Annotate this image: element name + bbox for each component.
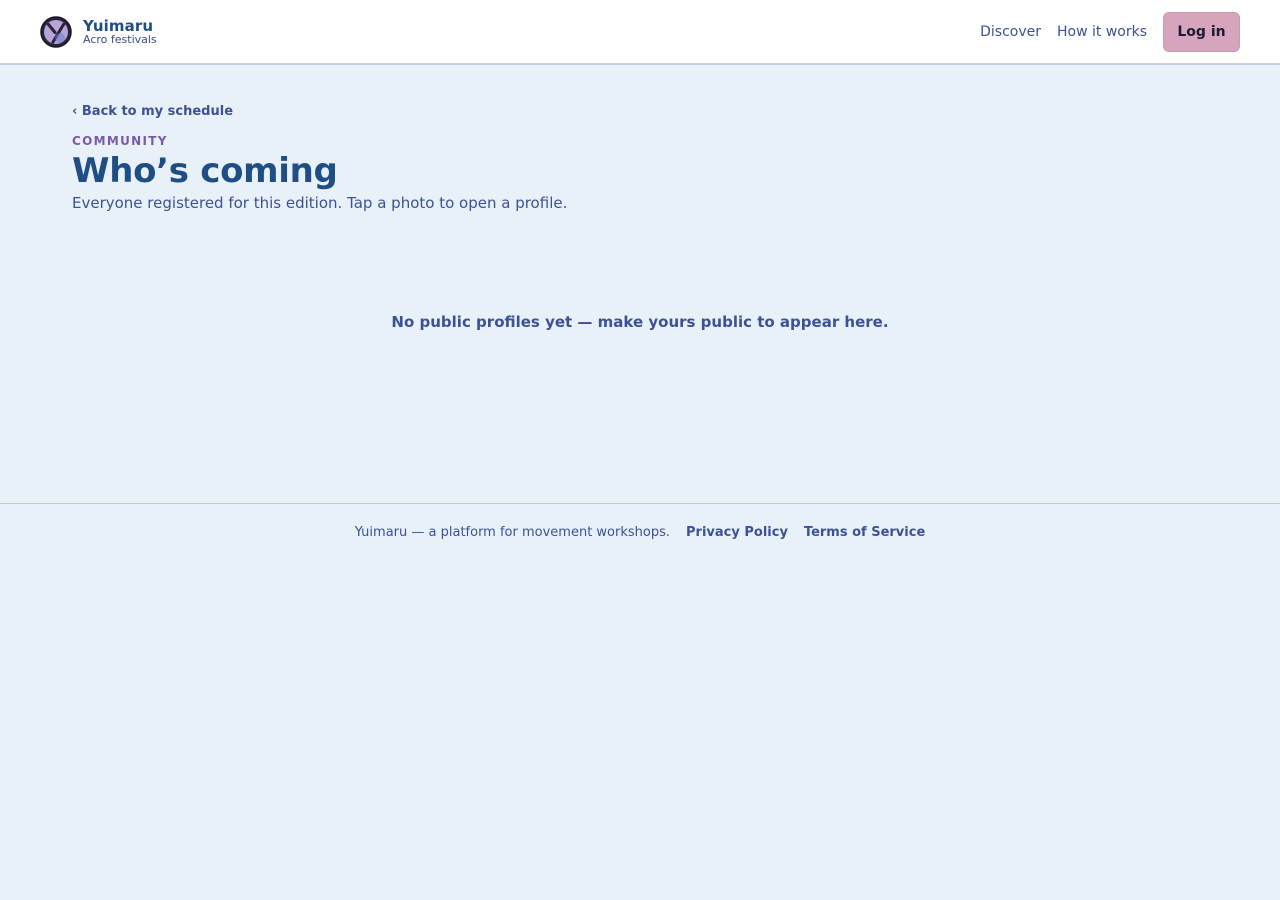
brand-name: Yuimaru (83, 17, 154, 35)
brand-tagline: Acro festivals (83, 33, 157, 46)
page-subtitle: Everyone registered for this edition. Ta… (72, 194, 568, 212)
brand-text: Yuimaru Acro festivals (83, 18, 157, 46)
site-header: Yuimaru Acro festivals Discover How it w… (0, 0, 1280, 65)
brand-home-link[interactable]: Yuimaru Acro festivals (40, 16, 157, 48)
nav-discover-link[interactable]: Discover (980, 12, 1041, 52)
nav-how-it-works-link[interactable]: How it works (1057, 12, 1147, 52)
main-content: ‹ Back to my schedule COMMUNITY Who’s co… (72, 100, 1208, 213)
page-title: Who’s coming (72, 151, 338, 191)
privacy-policy-link[interactable]: Privacy Policy (686, 525, 788, 540)
terms-of-service-link[interactable]: Terms of Service (804, 525, 925, 540)
empty-profiles-message: No public profiles yet — make yours publ… (391, 313, 889, 331)
login-button[interactable]: Log in (1163, 12, 1240, 52)
footer-text: Yuimaru — a platform for movement worksh… (354, 525, 671, 540)
section-eyebrow: COMMUNITY (72, 134, 168, 148)
back-to-schedule-link[interactable]: ‹ Back to my schedule (72, 101, 233, 123)
site-footer: Yuimaru — a platform for movement worksh… (0, 503, 1280, 563)
yuimaru-logo-icon (40, 16, 72, 48)
main-nav: Discover How it works Log in (980, 12, 1240, 52)
